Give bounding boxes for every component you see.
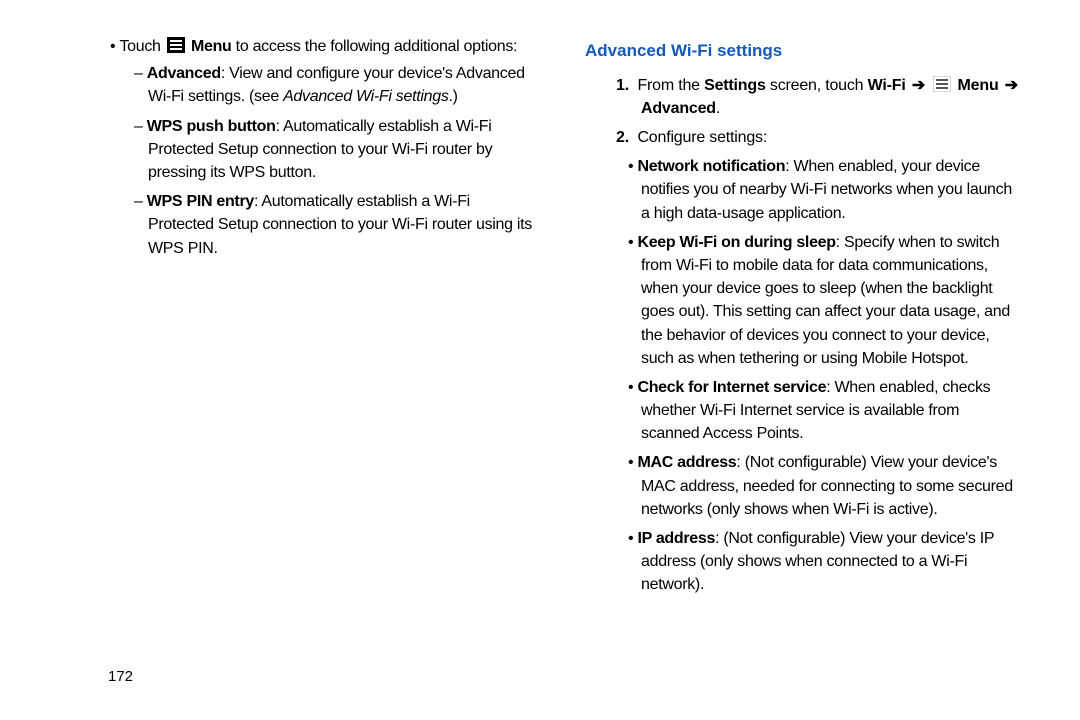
wps-push-bold: WPS push button	[147, 118, 276, 135]
settings-bold: Settings	[704, 77, 766, 94]
dash-advanced: – Advanced: View and configure your devi…	[90, 62, 535, 108]
text: Configure settings:	[637, 129, 767, 146]
bullet-check-internet: • Check for Internet service: When enabl…	[585, 376, 1020, 446]
mac-bold: MAC address	[637, 454, 736, 471]
bullet-touch-menu: • Touch Menu to access the following add…	[90, 35, 535, 58]
menu-icon	[167, 37, 185, 53]
dash-wps-pin: – WPS PIN entry: Automatically establish…	[90, 190, 535, 260]
adv-bold: Advanced	[147, 65, 221, 82]
text: .)	[449, 88, 458, 105]
wps-pin-bold: WPS PIN entry	[147, 193, 254, 210]
text: .	[716, 100, 720, 117]
arrow-icon: ➔	[910, 77, 927, 94]
bullet-keep-wifi-sleep: • Keep Wi-Fi on during sleep: Specify wh…	[585, 231, 1020, 370]
right-column: Advanced Wi-Fi settings 1. From the Sett…	[565, 35, 1040, 675]
menu-bold: Menu	[953, 77, 1002, 94]
bullet-ip-address: • IP address: (Not configurable) View yo…	[585, 527, 1020, 597]
arrow-icon: ➔	[1003, 77, 1020, 94]
keep-bold: Keep Wi-Fi on during sleep	[637, 234, 835, 251]
step-number: 2.	[616, 129, 629, 146]
text: From the	[637, 77, 704, 94]
advanced-bold: Advanced	[641, 100, 716, 117]
text: to access the following additional optio…	[232, 38, 518, 55]
bullet-mac-address: • MAC address: (Not configurable) View y…	[585, 451, 1020, 521]
text: Touch	[119, 38, 164, 55]
wifi-bold: Wi-Fi	[868, 77, 906, 94]
text: : Specify when to switch from Wi-Fi to m…	[641, 234, 1010, 367]
check-bold: Check for Internet service	[637, 379, 826, 396]
step-2: 2. Configure settings:	[585, 126, 1020, 149]
menu-bold: Menu	[187, 38, 232, 55]
page-content: • Touch Menu to access the following add…	[0, 0, 1080, 695]
bullet-network-notification: • Network notification: When enabled, yo…	[585, 155, 1020, 225]
step-1: 1. From the Settings screen, touch Wi-Fi…	[585, 74, 1020, 120]
page-number: 172	[108, 668, 133, 685]
dash-wps-push: – WPS push button: Automatically establi…	[90, 115, 535, 185]
step-number: 1.	[616, 77, 629, 94]
net-bold: Network notification	[637, 158, 785, 175]
adv-xref: Advanced Wi-Fi settings	[283, 88, 448, 105]
menu-icon	[933, 76, 951, 92]
left-column: • Touch Menu to access the following add…	[90, 35, 565, 675]
section-heading-advanced-wifi: Advanced Wi-Fi settings	[585, 39, 1020, 64]
ip-bold: IP address	[637, 530, 715, 547]
text: screen, touch	[766, 77, 868, 94]
